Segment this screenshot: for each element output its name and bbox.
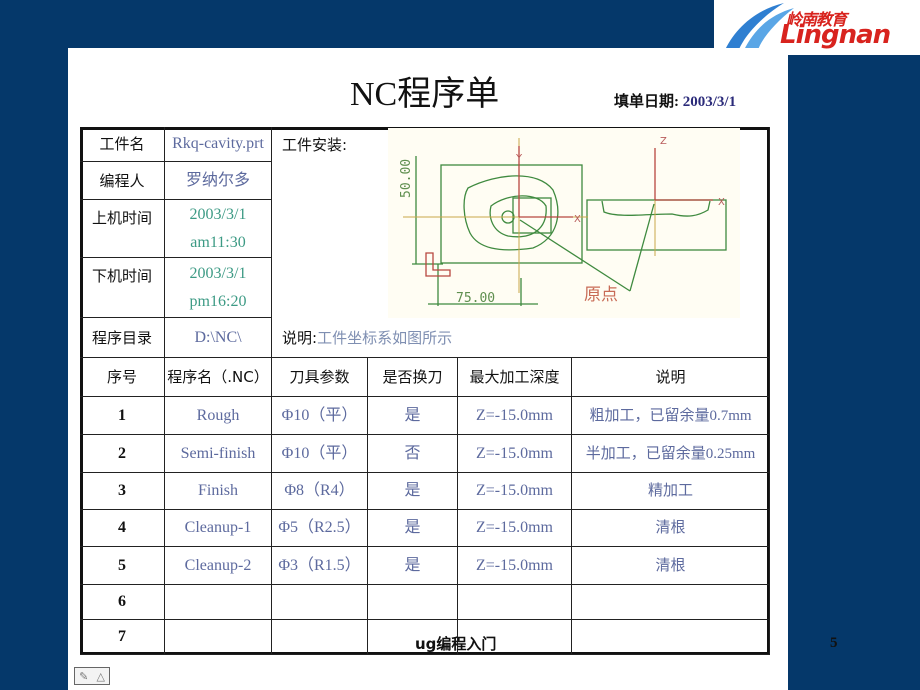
table-cell-r1-c2: Rough: [165, 397, 272, 435]
table-cell-r6-c3: [272, 585, 368, 620]
start-time-value-line-1: 2003/3/1: [189, 205, 247, 223]
table-cell-r3-c3: Φ8（R4）: [272, 473, 368, 510]
table-cell-r2-c2: Semi-finish: [165, 435, 272, 473]
table-cell-r6-c6: [572, 585, 770, 620]
table-cell-r4-c2: Cleanup-1: [165, 510, 272, 547]
note-label: 说明:: [282, 329, 318, 347]
table-cell-r7-c6: [572, 620, 770, 655]
table-cell-r5-c4: 是: [368, 547, 458, 585]
install-note: 说明:工件坐标系如图所示: [282, 327, 452, 348]
table-cell-r2-c1: 2: [80, 435, 165, 473]
end-time-value: 2003/3/1 pm16:20: [165, 258, 272, 318]
table-cell-r5-c2: Cleanup-2: [165, 547, 272, 585]
table-cell-r1-c3: Φ10（平）: [272, 397, 368, 435]
table-cell-r4-c4: 是: [368, 510, 458, 547]
table-cell-r2-c4: 否: [368, 435, 458, 473]
table-cell-r5-c3: Φ3（R1.5）: [272, 547, 368, 585]
programmer-value: 罗纳尔多: [165, 162, 272, 200]
table-cell-r6-c5: [458, 585, 572, 620]
programmer-label: 编程人: [80, 162, 165, 200]
dim-vertical-label: 50.00: [399, 159, 414, 198]
logo-text-en: Lingnan: [780, 20, 891, 50]
table-cell-r6-c4: [368, 585, 458, 620]
header-6: 说明: [572, 358, 770, 397]
end-time-value-line-2: pm16:20: [189, 292, 247, 310]
origin-label: 原点: [584, 285, 618, 305]
table-cell-r3-c4: 是: [368, 473, 458, 510]
triangle-menu-icon[interactable]: △: [96, 670, 104, 683]
table-cell-r7-c3: [272, 620, 368, 655]
fill-date-value: 2003/3/1: [682, 94, 737, 110]
slide-nav-toolbar[interactable]: ✎ △: [74, 667, 110, 685]
install-label: 工件安装:: [282, 136, 348, 154]
axis-x2-label: X: [718, 197, 725, 208]
header-4: 是否换刀: [368, 358, 458, 397]
fill-date-label: 填单日期:: [614, 94, 679, 110]
start-time-value-line-2: am11:30: [190, 233, 246, 251]
table-cell-r4-c5: Z=-15.0mm: [458, 510, 572, 547]
table-cell-r3-c5: Z=-15.0mm: [458, 473, 572, 510]
note-value: 工件坐标系如图所示: [317, 329, 453, 347]
table-cell-r1-c4: 是: [368, 397, 458, 435]
end-time-value-line-1: 2003/3/1: [189, 264, 247, 282]
header-1: 序号: [80, 358, 165, 397]
table-cell-r4-c3: Φ5（R2.5）: [272, 510, 368, 547]
program-dir-label: 程序目录: [80, 318, 165, 358]
fill-date: 填单日期: 2003/3/1: [614, 90, 736, 111]
program-dir-value: D:\NC\: [165, 318, 272, 358]
part-name-value: Rkq-cavity.prt: [165, 127, 272, 162]
pen-icon[interactable]: ✎: [79, 670, 88, 683]
axis-z-label: Z: [660, 136, 667, 147]
dim-horizontal-label: 75.00: [456, 291, 495, 306]
axis-x-label: X: [574, 214, 581, 225]
header-5: 最大加工深度: [458, 358, 572, 397]
table-cell-r6-c2: [165, 585, 272, 620]
table-cell-r7-c2: [165, 620, 272, 655]
page-title: NC程序单: [350, 76, 500, 113]
table-cell-r2-c3: Φ10（平）: [272, 435, 368, 473]
table-cell-r3-c6: 精加工: [572, 473, 770, 510]
table-cell-r2-c5: Z=-15.0mm: [458, 435, 572, 473]
table-cell-r3-c2: Finish: [165, 473, 272, 510]
setup-drawing: 50.00 75.00 原点 Y X Z X: [388, 128, 740, 318]
footer-title: ug编程入门: [415, 635, 497, 653]
axis-y-label: Y: [515, 153, 523, 164]
end-time-label: 下机时间: [80, 258, 165, 318]
table-cell-r5-c5: Z=-15.0mm: [458, 547, 572, 585]
header-2: 程序名（.NC）: [165, 358, 272, 397]
table-cell-r5-c6: 清根: [572, 547, 770, 585]
table-cell-r1-c5: Z=-15.0mm: [458, 397, 572, 435]
table-cell-r2-c6: 半加工，已留余量0.25mm: [572, 435, 770, 473]
start-time-label: 上机时间: [80, 200, 165, 258]
table-cell-r4-c1: 4: [80, 510, 165, 547]
table-cell-r4-c6: 清根: [572, 510, 770, 547]
lingnan-logo: 岭南教育 Lingnan: [714, 0, 920, 55]
table-cell-r5-c1: 5: [80, 547, 165, 585]
table-cell-r6-c1: 6: [80, 585, 165, 620]
part-name-label: 工件名: [80, 127, 165, 162]
table-cell-r7-c1: 7: [80, 620, 165, 655]
page-number: 5: [830, 635, 838, 651]
table-cell-r1-c6: 粗加工，已留余量0.7mm: [572, 397, 770, 435]
table-cell-r3-c1: 3: [80, 473, 165, 510]
start-time-value: 2003/3/1 am11:30: [165, 200, 272, 258]
header-3: 刀具参数: [272, 358, 368, 397]
table-cell-r1-c1: 1: [80, 397, 165, 435]
